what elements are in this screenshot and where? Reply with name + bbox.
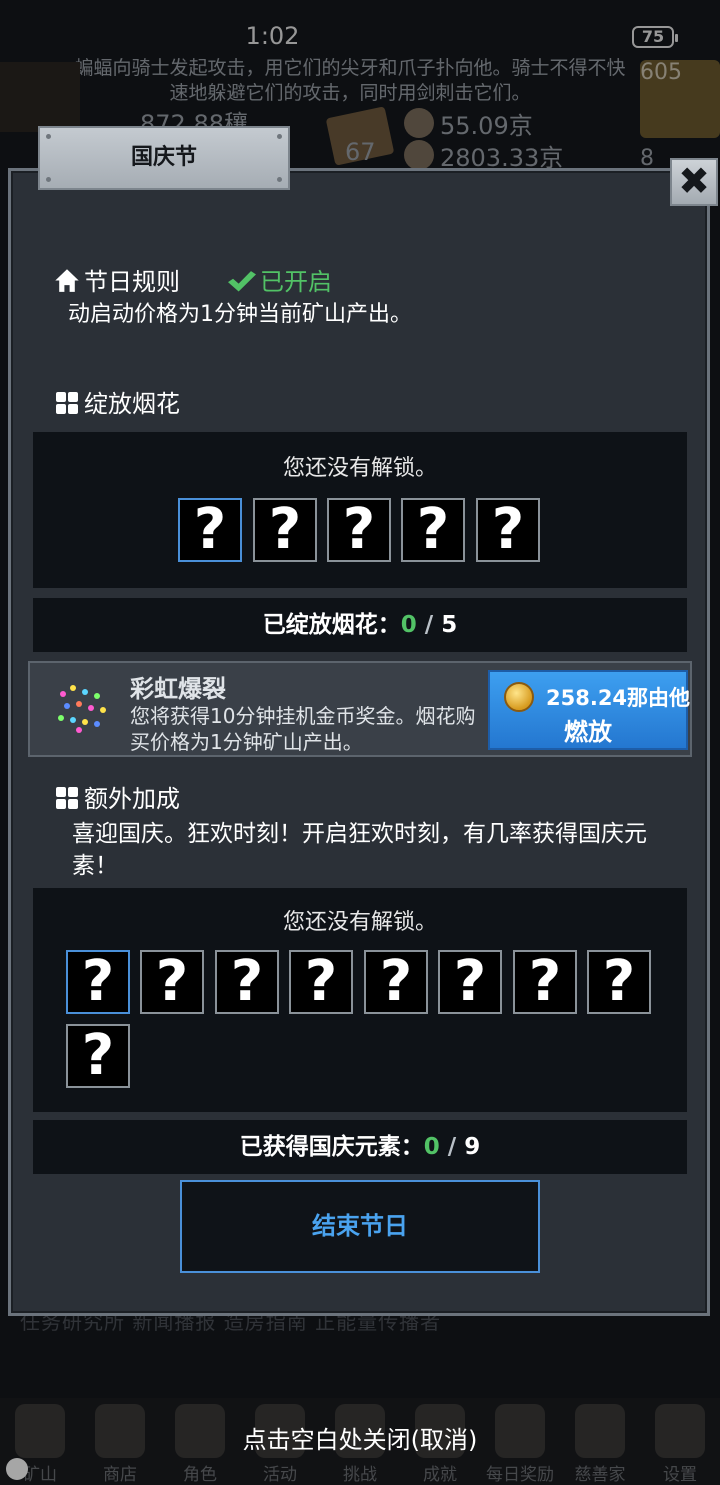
grid-icon [54, 390, 80, 416]
bonus-count-sep: / [439, 1134, 465, 1160]
bonus-count-current: 0 [423, 1134, 440, 1160]
bonus-slot[interactable]: ? [289, 950, 353, 1014]
firework-card: 彩虹爆裂 您将获得10分钟挂机金币奖金。烟花购买价格为1分钟矿山产出。 258.… [28, 661, 692, 757]
bonus-count-label: 已获得国庆元素： [239, 1134, 424, 1160]
rules-status-text: 已开启 [260, 268, 332, 296]
question-mark-icon: ? [81, 949, 115, 1014]
question-mark-icon: ? [342, 497, 376, 562]
bonus-locked-text: 您还没有解锁。 [282, 910, 437, 935]
rules-text: 动启动价格为1分钟当前矿山产出。 [68, 302, 412, 327]
firework-slot[interactable]: ? [476, 498, 540, 562]
fireworks-heading-text: 绽放烟花 [84, 390, 180, 418]
rules-heading: 节日规则 [54, 262, 180, 297]
bonus-heading: 额外加成 [54, 779, 180, 814]
fireworks-locked-text: 您还没有解锁。 [282, 456, 437, 481]
question-mark-icon: ? [230, 949, 264, 1014]
grid-icon [54, 785, 80, 811]
firework-slot[interactable]: ? [327, 498, 391, 562]
question-mark-icon: ? [416, 497, 450, 562]
fireworks-count-label: 已绽放烟花： [262, 612, 401, 638]
fireworks-slots-box: 您还没有解锁。 ? ? ? ? ? [33, 432, 687, 588]
bonus-heading-text: 额外加成 [84, 785, 180, 813]
end-festival-button[interactable]: 结束节日 [180, 1180, 540, 1273]
dialog-title: 国庆节 [130, 145, 197, 170]
question-mark-icon: ? [268, 497, 302, 562]
question-mark-icon: ? [155, 949, 189, 1014]
bonus-slot[interactable]: ? [140, 950, 204, 1014]
bonus-slot[interactable]: ? [438, 950, 502, 1014]
firework-slot[interactable]: ? [178, 498, 242, 562]
bonus-slot[interactable]: ? [364, 950, 428, 1014]
rainbow-firework-icon [56, 685, 108, 733]
question-mark-icon: ? [602, 949, 636, 1014]
bonus-count-total: 9 [464, 1134, 481, 1160]
rules-heading-text: 节日规则 [84, 268, 180, 296]
firework-title: 彩虹爆裂 [130, 675, 226, 703]
check-icon [228, 271, 256, 292]
question-mark-icon: ? [193, 497, 227, 562]
close-icon: ✖ [678, 159, 710, 203]
firework-slot[interactable]: ? [401, 498, 465, 562]
fireworks-heading: 绽放烟花 [54, 384, 180, 419]
bonus-slot[interactable]: ? [513, 950, 577, 1014]
question-mark-icon: ? [304, 949, 338, 1014]
bonus-slot[interactable]: ? [215, 950, 279, 1014]
bonus-slot[interactable]: ? [66, 950, 130, 1014]
question-mark-icon: ? [491, 497, 525, 562]
close-hint: 点击空白处关闭(取消) [242, 1426, 478, 1454]
gold-coin-icon [504, 682, 534, 712]
firework-price: 258.24那由他 [546, 686, 691, 710]
home-icon [55, 269, 79, 292]
bonus-count-bar: 已获得国庆元素：0 / 9 [33, 1120, 687, 1174]
bonus-slot[interactable]: ? [587, 950, 651, 1014]
question-mark-icon: ? [81, 1023, 115, 1088]
firework-slot[interactable]: ? [253, 498, 317, 562]
firework-description: 您将获得10分钟挂机金币奖金。烟花购买价格为1分钟矿山产出。 [130, 704, 476, 754]
fireworks-count-bar: 已绽放烟花：0 / 5 [33, 598, 687, 652]
launch-firework-button[interactable]: 258.24那由他 燃放 [488, 670, 691, 750]
question-mark-icon: ? [379, 949, 413, 1014]
fireworks-count-total: 5 [441, 612, 458, 638]
launch-label: 燃放 [564, 718, 612, 746]
fireworks-count-current: 0 [400, 612, 417, 638]
question-mark-icon: ? [453, 949, 487, 1014]
close-button[interactable]: ✖ [670, 158, 718, 206]
dialog-title-tab: 国庆节 [38, 126, 290, 190]
question-mark-icon: ? [528, 949, 562, 1014]
rules-status: 已开启 [228, 262, 332, 297]
fireworks-count-sep: / [416, 612, 442, 638]
bonus-slots-box: 您还没有解锁。 ? ? ? ? ? ? ? ? ? [33, 888, 687, 1112]
bonus-text: 喜迎国庆。狂欢时刻！开启狂欢时刻，有几率获得国庆元素！ [72, 821, 647, 879]
bonus-slot[interactable]: ? [66, 1024, 130, 1088]
